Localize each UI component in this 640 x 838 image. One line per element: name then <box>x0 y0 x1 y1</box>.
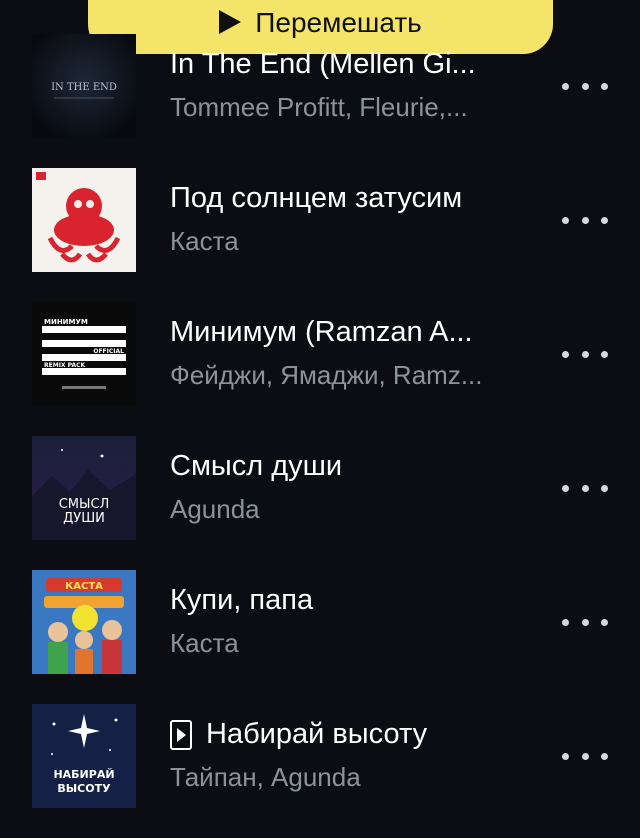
more-icon[interactable] <box>562 342 608 366</box>
album-cover: СМЫСЛ ДУШИ <box>32 436 136 540</box>
album-cover: МИНИМУМ OFFICIAL REMIX PACK <box>32 302 136 406</box>
cover-text: OFFICIAL <box>93 348 124 355</box>
track-artist: Каста <box>170 628 239 658</box>
cover-text: ВЫСОТУ <box>57 782 111 795</box>
cover-text: IN THE END <box>51 82 117 93</box>
track-row[interactable]: НАБИРАЙ ВЫСОТУ Набирай высоту Тайпан, Ag… <box>0 704 640 838</box>
track-row[interactable]: IN THE END In The End (Mellen Gi... Tomm… <box>0 34 640 168</box>
track-artist: Каста <box>170 226 239 256</box>
track-artist: Agunda <box>170 494 260 524</box>
album-cover <box>32 168 136 272</box>
track-artist: Фейджи, Ямаджи, Ramz... <box>170 360 483 390</box>
track-title: Набирай высоту <box>170 718 530 751</box>
more-icon[interactable] <box>562 610 608 634</box>
track-title-text: Набирай высоту <box>206 718 428 750</box>
more-icon[interactable] <box>562 74 608 98</box>
video-clip-icon <box>170 719 192 750</box>
track-title: In The End (Mellen Gi... <box>170 48 476 80</box>
track-title: Смысл души <box>170 450 343 482</box>
album-cover: НАБИРАЙ ВЫСОТУ <box>32 704 136 808</box>
track-title: Купи, папа <box>170 584 314 616</box>
cover-text: НАБИРАЙ <box>53 768 114 781</box>
more-icon[interactable] <box>562 476 608 500</box>
play-icon <box>219 10 242 34</box>
track-title: Под солнцем затусим <box>170 182 463 214</box>
album-cover: IN THE END <box>32 34 136 138</box>
more-icon[interactable] <box>562 208 608 232</box>
track-row[interactable]: СМЫСЛ ДУШИ Смысл души Agunda <box>0 436 640 570</box>
track-artist: Тайпан, Agunda <box>170 762 361 792</box>
cover-text: REMIX PACK <box>44 362 86 369</box>
track-row[interactable]: Под солнцем затусим Каста <box>0 168 640 302</box>
track-row[interactable]: МИНИМУМ OFFICIAL REMIX PACK Минимум (Ram… <box>0 302 640 436</box>
cover-text: СМЫСЛ <box>59 497 110 512</box>
cover-text: МИНИМУМ <box>44 318 88 326</box>
cover-text: КАСТА <box>65 581 103 592</box>
touch-indicator <box>72 605 98 631</box>
track-row[interactable]: КАСТА Купи, папа Каста <box>0 570 640 704</box>
track-title: Минимум (Ramzan A... <box>170 316 473 348</box>
track-artist: Tommee Profitt, Fleurie,... <box>170 92 468 122</box>
cover-text: ДУШИ <box>63 511 105 526</box>
more-icon[interactable] <box>562 744 608 768</box>
track-list: IN THE END In The End (Mellen Gi... Tomm… <box>0 34 640 838</box>
